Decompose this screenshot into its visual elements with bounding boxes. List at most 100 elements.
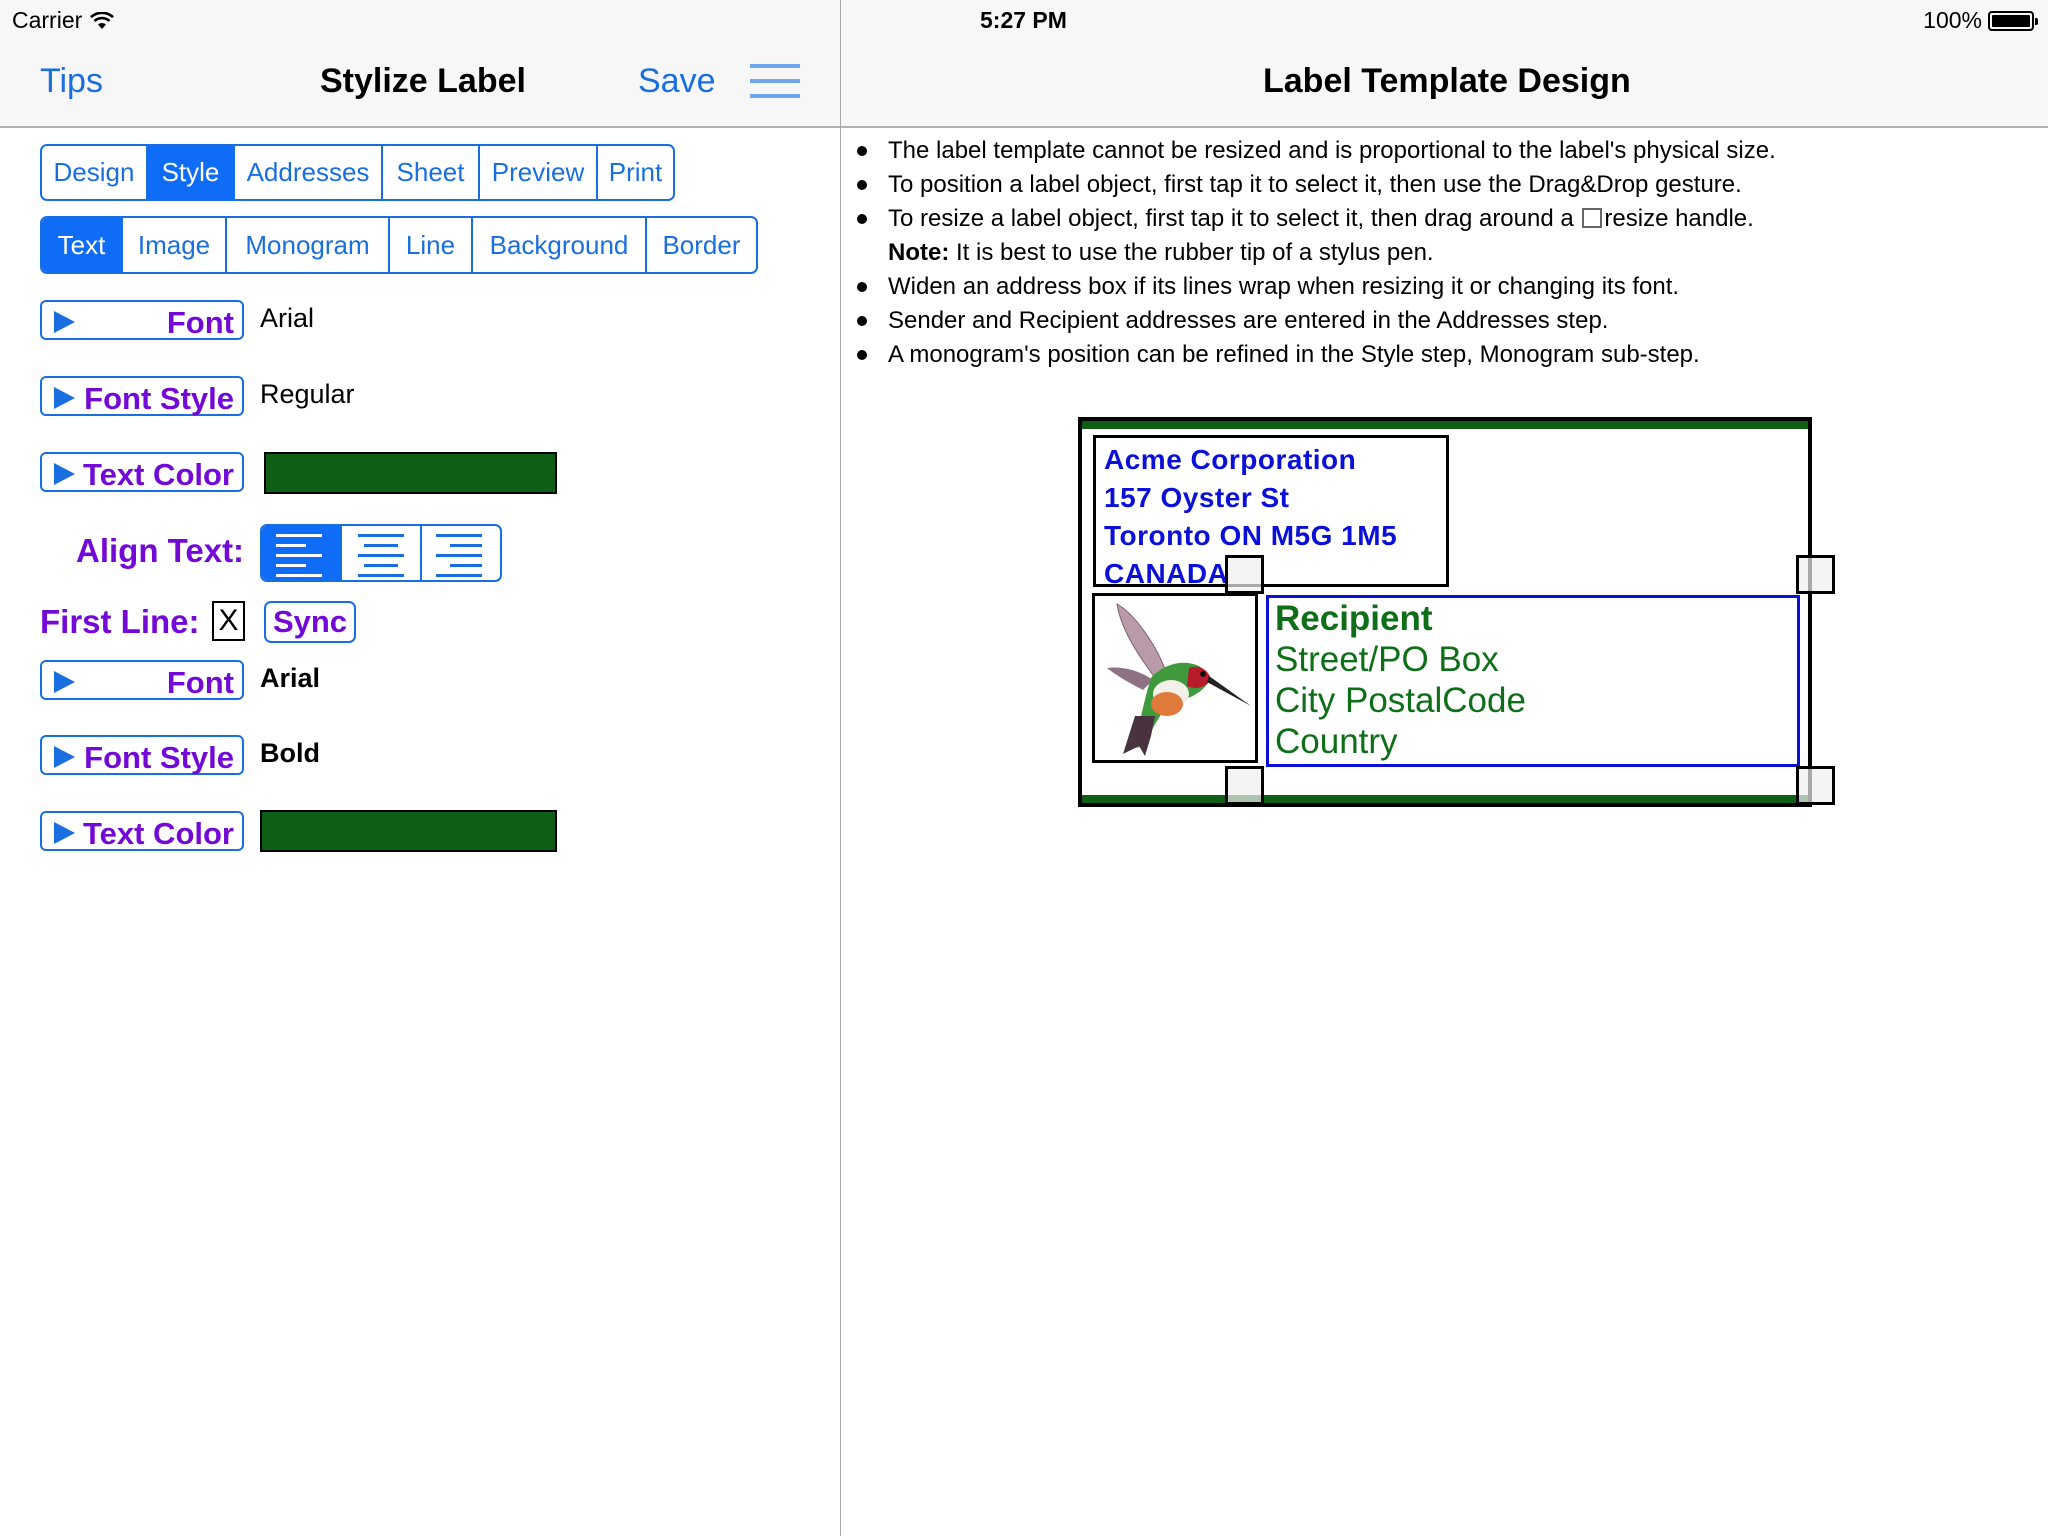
- recipient-line: Country: [1275, 722, 1398, 761]
- tip-item: Sender and Recipient addresses are enter…: [853, 304, 2033, 338]
- align-text-label: Align Text:: [76, 532, 245, 569]
- resize-handle-bottom-left[interactable]: [1225, 766, 1264, 805]
- bullet-icon: [857, 350, 867, 360]
- resize-handle-top-left[interactable]: [1225, 555, 1264, 594]
- sender-address-box[interactable]: Acme Corporation 157 Oyster St Toronto O…: [1093, 435, 1449, 589]
- recipient-address-box[interactable]: Recipient Street/PO Box City PostalCode …: [1266, 595, 1800, 767]
- tip-text: To resize a label object, first tap it t…: [888, 205, 1574, 232]
- resize-handle-top-right[interactable]: [1796, 555, 1835, 594]
- align-center-button[interactable]: [340, 526, 420, 580]
- tab-style[interactable]: Style: [146, 146, 233, 199]
- disclosure-triangle-icon: [54, 822, 75, 844]
- label-template-canvas[interactable]: Acme Corporation 157 Oyster St Toronto O…: [1078, 417, 1835, 807]
- disclosure-triangle-icon: [54, 311, 75, 333]
- split-view-divider: [840, 0, 841, 1536]
- subtab-background[interactable]: Background: [471, 218, 645, 272]
- first-line-font-style-value: Bold: [260, 738, 320, 768]
- sender-line: 157 Oyster St: [1104, 482, 1290, 513]
- font-button-label: Font: [166, 305, 234, 340]
- subtab-image[interactable]: Image: [121, 218, 225, 272]
- font-style-button[interactable]: Font Style: [40, 376, 244, 416]
- detail-title: Label Template Design: [1263, 62, 1631, 100]
- tip-item: Widen an address box if its lines wrap w…: [853, 270, 2033, 304]
- tip-item: To position a label object, first tap it…: [853, 168, 2033, 202]
- recipient-line: Street/PO Box: [1275, 640, 1499, 679]
- label-image-box[interactable]: [1092, 593, 1258, 763]
- bullet-icon: [857, 316, 867, 326]
- tips-button[interactable]: Tips: [40, 62, 103, 101]
- note-label: Note:: [888, 239, 950, 266]
- tip-text: resize handle.: [1604, 205, 1754, 232]
- tips-list: The label template cannot be resized and…: [853, 134, 2033, 372]
- tip-text: Widen an address box if its lines wrap w…: [888, 273, 1680, 300]
- recipient-line: Recipient: [1275, 599, 1433, 638]
- first-line-font-style-button-label: Font Style: [84, 740, 234, 775]
- tab-print[interactable]: Print: [596, 146, 673, 199]
- tip-item: A monogram's position can be refined in …: [853, 338, 2033, 372]
- label-border-line-top: [1082, 421, 1808, 429]
- substep-tabs: Text Image Monogram Line Background Bord…: [40, 216, 758, 274]
- subtab-monogram[interactable]: Monogram: [225, 218, 388, 272]
- tab-addresses[interactable]: Addresses: [233, 146, 381, 199]
- hummingbird-image: [1107, 603, 1251, 756]
- save-button[interactable]: Save: [638, 62, 716, 101]
- sender-line: Toronto ON M5G 1M5: [1104, 520, 1398, 551]
- tip-text: To position a label object, first tap it…: [888, 171, 1742, 198]
- carrier-info: Carrier: [12, 7, 115, 34]
- align-left-button[interactable]: [262, 526, 340, 580]
- first-line-font-button[interactable]: Font: [40, 660, 244, 700]
- recipient-line: City PostalCode: [1275, 681, 1526, 720]
- page-title: Stylize Label: [320, 62, 526, 100]
- battery-icon: [1988, 10, 2038, 31]
- label-border-line-bottom: [1082, 795, 1808, 803]
- font-style-value: Regular: [260, 379, 355, 409]
- subtab-border[interactable]: Border: [645, 218, 756, 272]
- tip-item: The label template cannot be resized and…: [853, 134, 2033, 168]
- right-navigation-bar: Label Template Design: [841, 40, 2048, 128]
- font-value: Arial: [260, 303, 315, 333]
- bullet-icon: [857, 214, 867, 224]
- bullet-icon: [857, 180, 867, 190]
- font-style-button-label: Font Style: [84, 381, 234, 416]
- first-line-text-color-swatch[interactable]: [260, 810, 557, 852]
- disclosure-triangle-icon: [54, 671, 75, 693]
- font-button[interactable]: Font: [40, 300, 244, 340]
- first-line-text-color-button[interactable]: Text Color: [40, 811, 244, 851]
- tip-text: Sender and Recipient addresses are enter…: [888, 307, 1609, 334]
- tab-preview[interactable]: Preview: [478, 146, 596, 199]
- wifi-icon: [90, 11, 115, 29]
- hamburger-menu-icon[interactable]: [750, 64, 800, 98]
- tip-item: To resize a label object, first tap it t…: [853, 202, 2033, 270]
- first-line-font-style-button[interactable]: Font Style: [40, 735, 244, 775]
- left-navigation-bar: Tips Stylize Label Save: [0, 40, 840, 128]
- subtab-line[interactable]: Line: [388, 218, 471, 272]
- disclosure-triangle-icon: [54, 387, 75, 409]
- tip-text: The label template cannot be resized and…: [888, 137, 1776, 164]
- carrier-label: Carrier: [12, 7, 83, 33]
- text-color-button[interactable]: Text Color: [40, 452, 244, 492]
- first-line-text-color-button-label: Text Color: [83, 816, 234, 851]
- bullet-icon: [857, 146, 867, 156]
- tab-sheet[interactable]: Sheet: [381, 146, 478, 199]
- first-line-font-button-label: Font: [166, 665, 234, 700]
- sync-button[interactable]: Sync: [264, 601, 356, 643]
- sender-line: Acme Corporation: [1104, 444, 1357, 475]
- align-right-button[interactable]: [420, 526, 500, 580]
- step-tabs: Design Style Addresses Sheet Preview Pri…: [40, 144, 675, 201]
- align-text-control: [260, 524, 502, 582]
- sender-line: CANADA: [1104, 558, 1229, 589]
- text-color-button-label: Text Color: [83, 457, 234, 492]
- clock: 5:27 PM: [980, 7, 1067, 33]
- bullet-icon: [857, 282, 867, 292]
- first-line-checkbox[interactable]: X: [212, 601, 245, 641]
- resize-handle-icon: [1582, 208, 1603, 228]
- tab-design[interactable]: Design: [42, 146, 146, 199]
- first-line-font-value: Arial: [260, 663, 321, 693]
- tip-text: A monogram's position can be refined in …: [888, 341, 1700, 368]
- subtab-text[interactable]: Text: [42, 218, 121, 272]
- first-line-label: First Line:: [40, 603, 200, 640]
- battery-status: 100%: [1923, 7, 2038, 34]
- resize-handle-bottom-right[interactable]: [1796, 766, 1835, 805]
- disclosure-triangle-icon: [54, 463, 75, 485]
- text-color-swatch[interactable]: [264, 452, 557, 494]
